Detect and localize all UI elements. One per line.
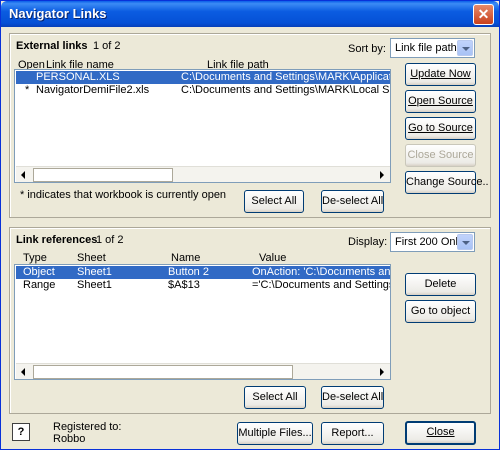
window-close-button[interactable]: ✕	[473, 4, 494, 25]
horizontal-scrollbar[interactable]	[16, 166, 390, 182]
column-header-value: Value	[259, 252, 287, 264]
report-button[interactable]: Report...	[321, 422, 384, 445]
row-file-name: NavigatorDemiFile2.xls	[36, 84, 150, 96]
column-header-sheet: Sheet	[77, 252, 106, 264]
row-sheet: Sheet1	[77, 266, 112, 278]
update-now-button[interactable]: Update Now	[405, 63, 476, 86]
row-name: $A$13	[168, 279, 200, 291]
scroll-left-arrow-icon[interactable]	[16, 364, 32, 379]
row-type: Range	[23, 279, 56, 291]
navigator-links-dialog: Navigator Links ✕ External links 1 of 2 …	[0, 0, 500, 450]
open-source-button[interactable]: Open Source	[405, 90, 476, 113]
help-icon[interactable]: ?	[12, 423, 30, 441]
external-links-count: 1 of 2	[93, 40, 121, 52]
registered-name: Robbo	[53, 433, 86, 445]
scroll-right-arrow-icon[interactable]	[374, 364, 390, 379]
row-open-flag: *	[25, 84, 30, 96]
list-item[interactable]: Object Sheet1 Button 2 OnAction: 'C:\Doc…	[16, 266, 390, 279]
link-references-heading: Link references	[16, 234, 98, 246]
delete-button[interactable]: Delete	[405, 273, 476, 296]
row-name: Button 2	[168, 266, 209, 278]
multiple-files-button[interactable]: Multiple Files...	[237, 422, 313, 445]
change-source-button[interactable]: Change Source..	[405, 171, 489, 194]
window-title: Navigator Links	[9, 6, 107, 21]
list-item[interactable]: * NavigatorDemiFile2.xls C:\Documents an…	[16, 84, 390, 97]
registered-to-label: Registered to:	[53, 421, 122, 433]
row-sheet: Sheet1	[77, 279, 112, 291]
row-file-path: C:\Documents and Settings\MARK\Applicati…	[181, 71, 390, 83]
chevron-down-icon[interactable]	[457, 40, 473, 56]
list-item[interactable]: PERSONAL.XLS C:\Documents and Settings\M…	[16, 71, 390, 84]
close-button[interactable]: Close	[405, 421, 476, 445]
open-workbook-note: * indicates that workbook is currently o…	[20, 189, 227, 201]
link-references-count: 1 of 2	[96, 234, 124, 246]
display-value: First 200 Only	[395, 236, 464, 248]
go-to-object-button[interactable]: Go to object	[405, 300, 476, 323]
horizontal-scrollbar[interactable]	[16, 363, 390, 379]
external-links-list[interactable]: PERSONAL.XLS C:\Documents and Settings\M…	[14, 69, 391, 183]
row-file-path: C:\Documents and Settings\MARK\Local Set…	[181, 84, 390, 96]
scroll-thumb[interactable]	[33, 365, 293, 379]
sort-by-select[interactable]: Link file path	[390, 38, 475, 58]
row-value: ='C:\Documents and Settings\MARK\	[252, 279, 390, 291]
external-select-all-button[interactable]: Select All	[244, 190, 304, 213]
sort-by-label: Sort by:	[348, 43, 386, 55]
display-select[interactable]: First 200 Only	[390, 232, 475, 252]
scroll-left-arrow-icon[interactable]	[16, 167, 32, 182]
external-links-heading: External links	[16, 40, 88, 52]
row-type: Object	[23, 266, 55, 278]
scroll-right-arrow-icon[interactable]	[374, 167, 390, 182]
display-label: Display:	[348, 236, 388, 248]
external-deselect-all-button[interactable]: De-select All	[321, 190, 384, 213]
title-bar[interactable]: Navigator Links ✕	[1, 1, 499, 27]
chevron-down-icon[interactable]	[457, 234, 473, 250]
column-header-type: Type	[23, 252, 47, 264]
row-value: OnAction: 'C:\Documents and Setting	[252, 266, 390, 278]
column-header-name: Name	[171, 252, 201, 264]
sort-by-value: Link file path	[395, 42, 457, 54]
list-item[interactable]: Range Sheet1 $A$13 ='C:\Documents and Se…	[16, 279, 390, 292]
link-references-list[interactable]: Object Sheet1 Button 2 OnAction: 'C:\Doc…	[14, 264, 391, 380]
go-to-source-button[interactable]: Go to Source	[405, 117, 476, 140]
references-select-all-button[interactable]: Select All	[244, 386, 306, 409]
row-file-name: PERSONAL.XLS	[36, 71, 120, 83]
scroll-thumb[interactable]	[33, 168, 173, 182]
close-source-button[interactable]: Close Source	[405, 144, 476, 167]
references-deselect-all-button[interactable]: De-select All	[321, 386, 384, 409]
